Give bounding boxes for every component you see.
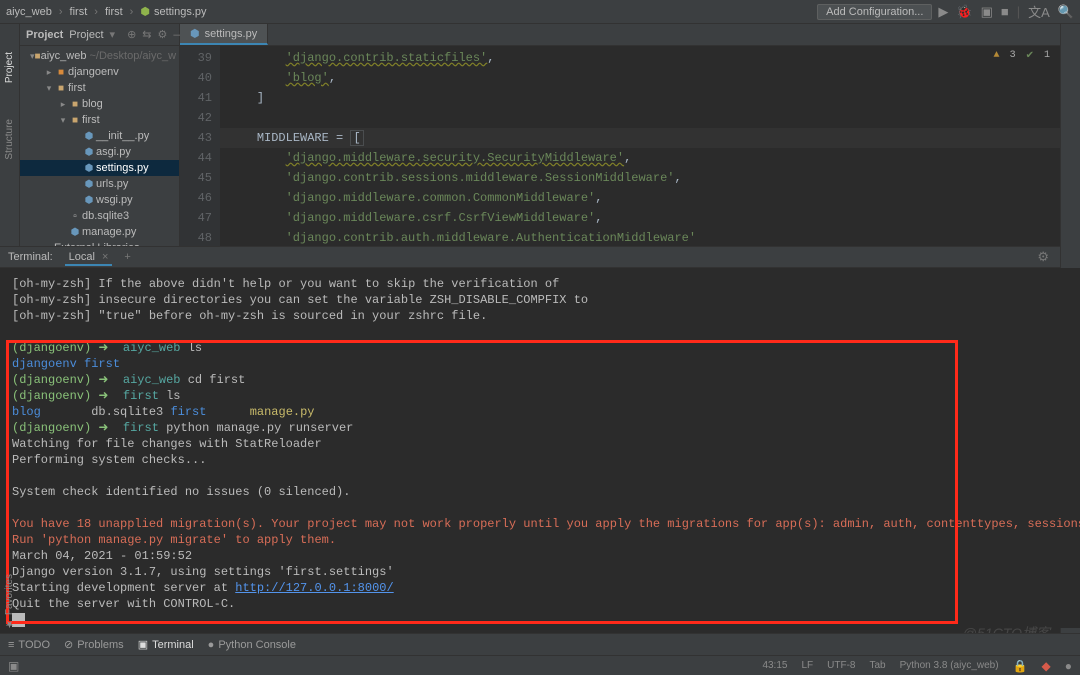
caret-position[interactable]: 43:15 [762, 660, 787, 671]
tree-file-py[interactable]: ⬢wsgi.py [20, 192, 179, 208]
status-bar: ▣ 43:15 LF UTF-8 Tab Python 3.8 (aiyc_we… [0, 655, 1080, 675]
gear-icon[interactable]: ⚙ [1037, 249, 1049, 265]
indent-mode[interactable]: Tab [869, 660, 885, 671]
debug-icon[interactable]: 🐞 [956, 4, 972, 20]
breadcrumb-item[interactable]: first [70, 6, 88, 18]
line-separator[interactable]: LF [801, 660, 813, 671]
code-area[interactable]: 39404142434445464748 'django.contrib.sta… [180, 46, 1080, 246]
search-icon[interactable]: 🔍 [1058, 4, 1074, 20]
warning-icon: ▲ [994, 50, 1000, 62]
ext-icon-1[interactable]: ◆ [1042, 659, 1051, 673]
server-url-link[interactable]: http://127.0.0.1:8000/ [235, 581, 393, 595]
project-panel-title: Project [26, 29, 63, 41]
bottom-tool-tabs: ≡ TODO ⊘ Problems ▣ Terminal ● Python Co… [0, 633, 1080, 655]
terminal-tab[interactable]: ▣ Terminal [138, 638, 194, 651]
ext-icon-2[interactable]: ● [1065, 659, 1072, 673]
tree-file-py[interactable]: ⬢settings.py [20, 160, 179, 176]
python-file-icon: ⬢ [140, 5, 150, 18]
add-configuration-button[interactable]: Add Configuration... [817, 4, 932, 20]
editor-tabs: ⬢ settings.py [180, 24, 1080, 46]
tree-file-py[interactable]: ⬢__init__.py [20, 128, 179, 144]
gear-icon[interactable]: ⚙ [158, 28, 168, 41]
terminal-add-tab[interactable]: + [124, 251, 130, 263]
left-tool-rail: Project Structure [0, 24, 20, 246]
tree-folder[interactable]: ▸■blog [20, 96, 179, 112]
project-tool-tab[interactable]: Project [4, 52, 15, 83]
project-panel: Project Project ▾ ⊕ ⇆ ⚙ — ▾■ aiyc_web ~/… [20, 24, 180, 246]
check-icon: ✔ [1026, 50, 1034, 62]
python-file-icon: ⬢ [190, 27, 200, 40]
terminal-tab-local[interactable]: Local × [65, 249, 113, 266]
breadcrumb-file[interactable]: settings.py [154, 6, 207, 18]
gutter: 39404142434445464748 [180, 46, 220, 246]
terminal-header: Terminal: Local × + ⚙ — [0, 246, 1080, 268]
project-tree[interactable]: ▾■ aiyc_web ~/Desktop/aiyc_w ▸■djangoenv… [20, 46, 179, 246]
terminal-title: Terminal: [8, 251, 53, 263]
project-panel-header: Project Project ▾ ⊕ ⇆ ⚙ — [20, 24, 179, 46]
favorites-tool-tab[interactable]: ★ Favorites [0, 570, 19, 633]
translate-icon[interactable]: 文A [1028, 2, 1050, 21]
status-icon[interactable]: ▣ [8, 659, 19, 673]
editor: ⬢ settings.py 39404142434445464748 'djan… [180, 24, 1080, 246]
navigation-bar: aiyc_web› first› first› ⬢ settings.py Ad… [0, 0, 1080, 24]
tree-file-py[interactable]: ⬢asgi.py [20, 144, 179, 160]
editor-tab-settings[interactable]: ⬢ settings.py [180, 24, 268, 45]
tree-folder[interactable]: ▾■first [20, 112, 179, 128]
collapse-icon[interactable]: ⇆ [142, 28, 151, 41]
tree-file-py[interactable]: ⬢urls.py [20, 176, 179, 192]
breadcrumb-item[interactable]: first [105, 6, 123, 18]
encoding[interactable]: UTF-8 [827, 660, 855, 671]
play-icon[interactable]: ▶ [938, 4, 948, 20]
lock-icon[interactable]: 🔒 [1013, 659, 1028, 673]
tree-file-py[interactable]: ⬢manage.py [20, 224, 179, 240]
run-toolbar: Add Configuration... ▶ 🐞 ▣ ■ | 文A 🔍 [817, 2, 1074, 21]
breadcrumb-item[interactable]: aiyc_web [6, 6, 52, 18]
breadcrumb[interactable]: aiyc_web› first› first› ⬢ settings.py [6, 5, 817, 18]
tree-folder[interactable]: ▾■first [20, 80, 179, 96]
terminal-body[interactable]: [oh-my-zsh] If the above didn't help or … [0, 268, 1080, 628]
tree-item[interactable]: ▸𝍢External Libraries [20, 240, 179, 246]
stop-icon[interactable]: ■ [1001, 4, 1009, 19]
locate-icon[interactable]: ⊕ [127, 28, 136, 41]
todo-tab[interactable]: ≡ TODO [8, 639, 50, 651]
problems-tab[interactable]: ⊘ Problems [64, 638, 124, 651]
structure-tool-tab[interactable]: Structure [4, 119, 15, 160]
editor-tab-label: settings.py [205, 28, 258, 40]
python-console-tab[interactable]: ● Python Console [208, 639, 296, 651]
interpreter[interactable]: Python 3.8 (aiyc_web) [900, 660, 999, 671]
tree-item[interactable]: ▫db.sqlite3 [20, 208, 179, 224]
tree-folder[interactable]: ▸■djangoenv [20, 64, 179, 80]
coverage-icon[interactable]: ▣ [981, 4, 993, 20]
tree-root[interactable]: ▾■ aiyc_web ~/Desktop/aiyc_w [20, 48, 179, 64]
